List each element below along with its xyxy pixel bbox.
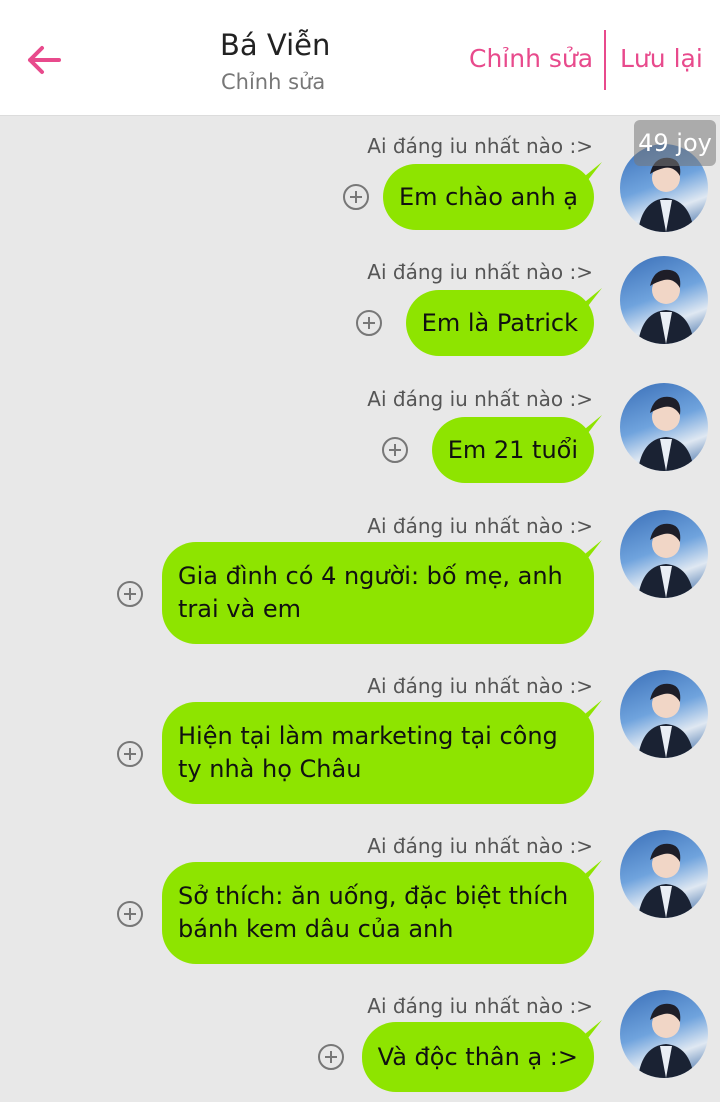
sender-name: Ai đáng iu nhất nào :> bbox=[367, 260, 593, 284]
message-bubble[interactable]: Em 21 tuổi bbox=[431, 417, 594, 483]
sender-name: Ai đáng iu nhất nào :> bbox=[367, 994, 593, 1018]
person-avatar-icon bbox=[638, 843, 694, 918]
sender-name: Ai đáng iu nhất nào :> bbox=[367, 387, 593, 411]
avatar[interactable] bbox=[620, 670, 708, 758]
add-icon[interactable] bbox=[117, 741, 143, 767]
person-avatar-icon bbox=[638, 683, 694, 758]
chat-subtitle: Chỉnh sửa bbox=[221, 70, 326, 94]
add-icon[interactable] bbox=[356, 310, 382, 336]
add-icon[interactable] bbox=[382, 437, 408, 463]
bubble-tail bbox=[580, 700, 602, 718]
add-icon[interactable] bbox=[318, 1044, 344, 1070]
app-header: Bá Viễn Chỉnh sửa Chỉnh sửa Lưu lại bbox=[0, 0, 720, 116]
add-icon[interactable] bbox=[117, 581, 143, 607]
message-bubble[interactable]: Hiện tại làm marketing tại công ty nhà h… bbox=[162, 702, 594, 804]
message-bubble[interactable]: Sở thích: ăn uống, đặc biệt thích bánh k… bbox=[162, 862, 594, 964]
avatar[interactable] bbox=[620, 830, 708, 918]
message-bubble[interactable]: Em là Patrick bbox=[405, 290, 594, 356]
bubble-tail bbox=[580, 162, 602, 180]
person-avatar-icon bbox=[638, 523, 694, 598]
back-button[interactable] bbox=[22, 38, 66, 82]
arrow-left-icon bbox=[28, 46, 61, 74]
bubble-tail bbox=[580, 288, 602, 306]
avatar[interactable] bbox=[620, 990, 708, 1078]
edit-button[interactable]: Chỉnh sửa bbox=[469, 44, 593, 73]
chat-title: Bá Viễn bbox=[220, 28, 331, 62]
avatar[interactable] bbox=[620, 510, 708, 598]
add-icon[interactable] bbox=[343, 184, 369, 210]
bubble-tail bbox=[580, 540, 602, 558]
save-button[interactable]: Lưu lại bbox=[620, 44, 703, 73]
message-bubble[interactable]: Và độc thân ạ :> bbox=[361, 1022, 594, 1092]
chat-area[interactable]: Ai đáng iu nhất nào :> Em chào anh ạ Ai … bbox=[0, 116, 720, 1102]
avatar[interactable] bbox=[620, 383, 708, 471]
bubble-tail bbox=[580, 415, 602, 433]
message-bubble[interactable]: Em chào anh ạ bbox=[382, 164, 594, 230]
person-avatar-icon bbox=[638, 396, 694, 471]
sender-name: Ai đáng iu nhất nào :> bbox=[367, 514, 593, 538]
sender-name: Ai đáng iu nhất nào :> bbox=[367, 674, 593, 698]
sender-name: Ai đáng iu nhất nào :> bbox=[367, 134, 593, 158]
avatar[interactable] bbox=[620, 256, 708, 344]
bubble-tail bbox=[580, 1020, 602, 1038]
person-avatar-icon bbox=[638, 1003, 694, 1078]
watermark-badge: 49 joy bbox=[634, 120, 716, 166]
add-icon[interactable] bbox=[117, 901, 143, 927]
person-avatar-icon bbox=[638, 269, 694, 344]
sender-name: Ai đáng iu nhất nào :> bbox=[367, 834, 593, 858]
bubble-tail bbox=[580, 860, 602, 878]
header-divider bbox=[604, 30, 606, 90]
message-bubble[interactable]: Gia đình có 4 người: bố mẹ, anh trai và … bbox=[162, 542, 594, 644]
